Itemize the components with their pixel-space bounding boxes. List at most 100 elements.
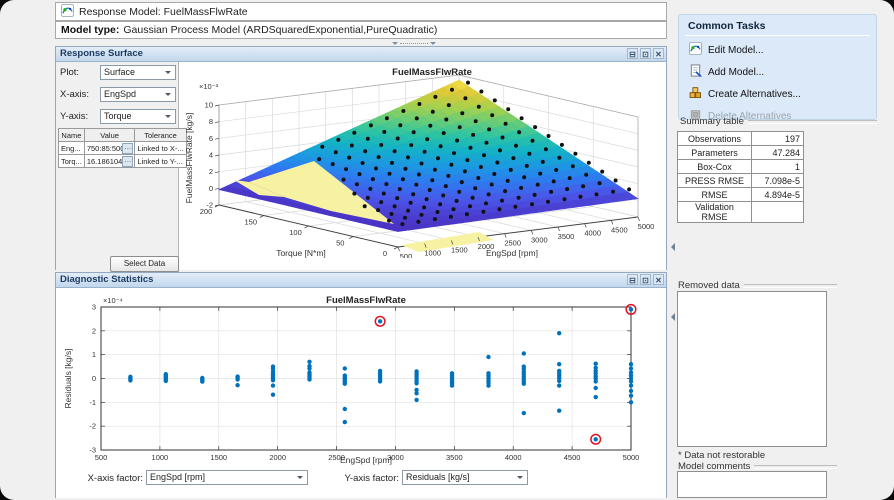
svg-text:2000: 2000 (269, 453, 286, 462)
svg-text:2: 2 (92, 326, 96, 335)
svg-text:3500: 3500 (446, 453, 463, 462)
svg-text:×10⁻³: ×10⁻³ (199, 82, 219, 91)
vertical-splitter-collapse-arrow[interactable] (667, 243, 675, 251)
svg-text:5000: 5000 (638, 222, 655, 231)
y-factor-dropdown[interactable]: Residuals [kg/s] (402, 470, 528, 485)
response-surface-controls: Plot: Surface X-axis: EngSpd Y-axis: Tor… (56, 62, 179, 272)
panel-close-icon[interactable]: ✕ (653, 48, 664, 59)
edit-value-button[interactable]: … (122, 156, 133, 167)
panel-dock-icon[interactable]: ⊡ (640, 274, 651, 285)
svg-text:×10⁻⁴: ×10⁻⁴ (103, 296, 123, 305)
edit-value-button[interactable]: … (122, 143, 133, 154)
table-row[interactable]: Eng...750:85:500…Linked to X-... (59, 142, 187, 155)
input-factors-table[interactable]: NameValueToleranceEng...750:85:500…Linke… (58, 128, 187, 168)
task-edit-model[interactable]: Edit Model... (689, 42, 876, 58)
model-comments-box[interactable] (677, 471, 827, 498)
response-surface-panel: Response Surface ⊟ ⊡ ✕ Plot: Surface X-a… (55, 46, 667, 270)
horizontal-splitter-grip[interactable] (392, 41, 436, 45)
svg-text:50: 50 (336, 239, 344, 248)
panel-dock-icon[interactable]: ⊡ (640, 48, 651, 59)
panel-collapse-icon[interactable]: ⊟ (627, 274, 638, 285)
svg-text:3: 3 (92, 303, 96, 312)
app-window: Response Model: FuelMassFlwRate Model ty… (0, 0, 894, 500)
x-factor-dropdown[interactable]: EngSpd [rpm] (146, 470, 308, 485)
svg-text:100: 100 (289, 228, 302, 237)
svg-text:Torque [N*m]: Torque [N*m] (276, 248, 326, 258)
y-axis-label: Y-axis: (60, 111, 88, 122)
data-not-restorable-note: * Data not restorable (678, 450, 765, 461)
summary-table: Observations197Parameters47.284Box-Cox1P… (677, 131, 804, 223)
svg-text:8: 8 (209, 117, 213, 126)
x-factor-label: X-axis factor: (56, 473, 143, 484)
svg-text:1500: 1500 (451, 245, 468, 254)
svg-text:FuelMassFlwRate [kg/s]: FuelMassFlwRate [kg/s] (184, 113, 194, 204)
y-factor-label: Y-axis factor: (314, 473, 399, 484)
removed-data-group: Removed data (678, 280, 837, 291)
model-type-label: Model type: (61, 24, 119, 36)
factors-col-name: Name (59, 129, 85, 142)
table-row[interactable]: Torq...16.186104…Linked to Y-... (59, 155, 187, 168)
svg-text:500: 500 (400, 252, 413, 258)
svg-text:10: 10 (205, 101, 213, 110)
svg-text:3000: 3000 (531, 235, 548, 244)
x-axis-label: X-axis: (60, 89, 89, 100)
diagnostic-statistics-panel: Diagnostic Statistics ⊟ ⊡ ✕ 500100015002… (55, 272, 667, 498)
summary-table-group: Summary table (680, 116, 877, 127)
x-axis-dropdown[interactable]: EngSpd (100, 87, 176, 102)
table-row: Observations197 (678, 132, 804, 146)
common-tasks-list: Edit Model... Add Model... Create Alternat… (679, 42, 876, 124)
svg-text:-1: -1 (89, 398, 96, 407)
svg-text:150: 150 (244, 218, 257, 227)
removed-data-list[interactable] (677, 291, 827, 447)
model-type-row: Model type: Gaussian Process Model (ARDS… (55, 21, 667, 39)
surface-plot[interactable]: -202468105001000150020002500300035004000… (179, 62, 666, 258)
svg-text:4000: 4000 (505, 453, 522, 462)
svg-text:FuelMassFlwRate: FuelMassFlwRate (326, 295, 406, 306)
diagnostic-statistics-title: Diagnostic Statistics (60, 274, 153, 285)
table-row: PRESS RMSE7.098e-5 (678, 174, 804, 188)
svg-text:4000: 4000 (584, 229, 601, 238)
svg-text:0: 0 (383, 249, 387, 258)
table-row: Box-Cox1 (678, 160, 804, 174)
y-axis-dropdown[interactable]: Torque (100, 109, 176, 124)
svg-text:4: 4 (209, 151, 213, 160)
create-alternatives-icon (689, 86, 702, 102)
svg-text:4500: 4500 (564, 453, 581, 462)
svg-text:4500: 4500 (611, 225, 628, 234)
svg-text:1000: 1000 (152, 453, 169, 462)
table-row: Validation RMSE (678, 202, 804, 223)
svg-text:0: 0 (209, 184, 213, 193)
task-create-alternatives[interactable]: Create Alternatives... (689, 86, 876, 102)
svg-text:5000: 5000 (623, 453, 640, 462)
residuals-plot[interactable]: 500100015002000250030003500400045005000-… (59, 295, 663, 467)
svg-text:0: 0 (92, 374, 96, 383)
response-model-icon (61, 4, 74, 20)
plot-dropdown[interactable]: Surface (100, 65, 176, 80)
svg-text:FuelMassFlwRate: FuelMassFlwRate (392, 67, 472, 78)
svg-text:EngSpd [rpm]: EngSpd [rpm] (340, 455, 392, 465)
task-add-model[interactable]: Add Model... (689, 64, 876, 80)
edit-model-icon (689, 42, 702, 58)
diagnostic-statistics-header[interactable]: Diagnostic Statistics ⊟ ⊡ ✕ (56, 273, 666, 288)
svg-text:Residuals [kg/s]: Residuals [kg/s] (63, 349, 73, 409)
response-model-title-bar: Response Model: FuelMassFlwRate (55, 2, 667, 21)
add-model-icon (689, 64, 702, 80)
window-title: Response Model: FuelMassFlwRate (79, 6, 248, 18)
plot-label: Plot: (60, 67, 79, 78)
svg-text:200: 200 (200, 207, 213, 216)
panel-close-icon[interactable]: ✕ (653, 274, 664, 285)
svg-text:EngSpd [rpm]: EngSpd [rpm] (486, 248, 538, 258)
svg-text:6: 6 (209, 134, 213, 143)
svg-text:500: 500 (95, 453, 108, 462)
svg-text:2: 2 (209, 167, 213, 176)
table-row: Parameters47.284 (678, 146, 804, 160)
panel-collapse-icon[interactable]: ⊟ (627, 48, 638, 59)
vertical-splitter-collapse-arrow[interactable] (667, 313, 675, 321)
svg-text:2500: 2500 (504, 239, 521, 248)
factors-col-value: Value (84, 129, 135, 142)
response-surface-title: Response Surface (60, 48, 143, 59)
select-data-point-button[interactable]: Select Data Point... (110, 256, 179, 272)
response-surface-header[interactable]: Response Surface ⊟ ⊡ ✕ (56, 47, 666, 62)
common-tasks-card: Common Tasks Edit Model... Add Model... Cr… (678, 14, 877, 120)
common-tasks-title: Common Tasks (688, 20, 868, 32)
